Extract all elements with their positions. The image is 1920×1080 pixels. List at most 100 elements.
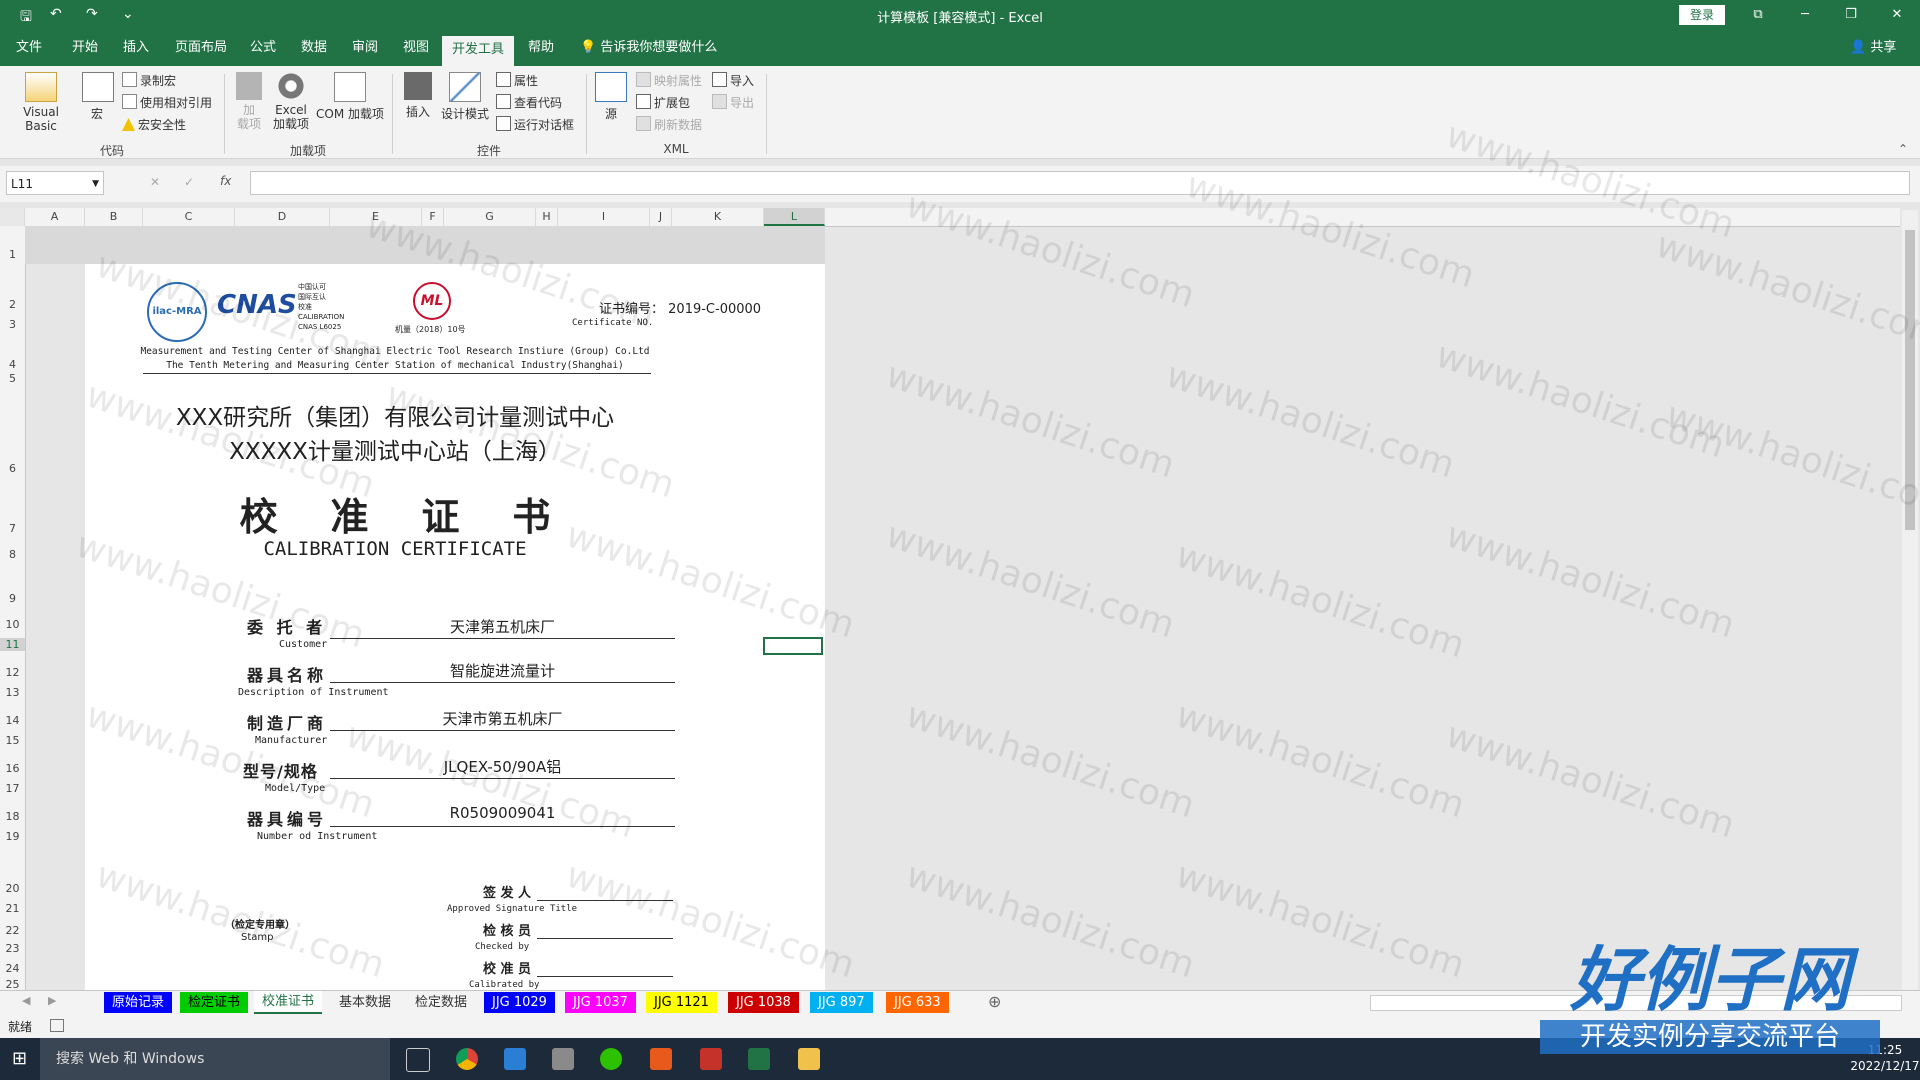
column-header[interactable]: A (25, 208, 85, 226)
excel-icon[interactable] (748, 1048, 770, 1070)
macro-security-button[interactable]: 宏安全性 (122, 116, 186, 133)
app-icon[interactable] (650, 1048, 672, 1070)
relative-reference-button[interactable]: 使用相对引用 (122, 94, 212, 111)
column-header[interactable]: J (650, 208, 672, 226)
record-macro-button[interactable]: 录制宏 (122, 72, 176, 89)
sheet-tab[interactable]: 检定证书 (180, 992, 249, 1013)
column-header[interactable]: C (143, 208, 235, 226)
scrollbar-thumb[interactable] (1905, 230, 1915, 530)
tab-insert[interactable]: 插入 (113, 30, 159, 66)
taskbar-search[interactable]: 搜索 Web 和 Windows (40, 1038, 390, 1080)
row-header[interactable]: 2 (0, 298, 25, 311)
expansion-packs-button[interactable]: 扩展包 (636, 94, 690, 111)
enter-icon[interactable]: ✓ (184, 175, 194, 189)
column-header-selected[interactable]: L (764, 208, 825, 226)
row-header[interactable]: 14 (0, 714, 25, 727)
file-explorer-icon[interactable] (798, 1048, 820, 1070)
app-icon[interactable] (504, 1048, 526, 1070)
insert-control-button[interactable]: 插入 (400, 72, 436, 120)
design-mode-button[interactable]: 设计模式 (440, 72, 490, 122)
login-button[interactable]: 登录 (1679, 5, 1725, 25)
sheet-tab[interactable]: JJG 1029 (484, 992, 555, 1013)
refresh-data-button[interactable]: 刷新数据 (636, 116, 702, 133)
row-header[interactable]: 5 (0, 372, 25, 385)
sheet-tab[interactable]: 基本数据 (331, 992, 400, 1013)
column-header[interactable]: H (536, 208, 558, 226)
row-header[interactable]: 15 (0, 734, 25, 747)
row-header[interactable]: 18 (0, 810, 25, 823)
column-header[interactable]: B (85, 208, 143, 226)
row-header[interactable]: 10 (0, 618, 25, 631)
app-icon[interactable] (700, 1048, 722, 1070)
macros-button[interactable]: 宏 (82, 72, 114, 122)
insert-function-icon[interactable]: fx (220, 174, 231, 188)
collapse-ribbon-icon[interactable]: ⌃ (1898, 142, 1908, 156)
row-header[interactable]: 23 (0, 942, 25, 955)
ribbon-display-options-icon[interactable]: ⧉ (1743, 4, 1773, 26)
close-button[interactable]: ✕ (1882, 4, 1912, 26)
row-header[interactable]: 13 (0, 686, 25, 699)
sheet-tab[interactable]: JJG 633 (886, 992, 949, 1013)
cancel-icon[interactable]: ✕ (150, 175, 160, 189)
tab-help[interactable]: 帮助 (518, 30, 564, 66)
row-header[interactable]: 9 (0, 592, 25, 605)
column-header[interactable]: F (422, 208, 444, 226)
sheet-tab[interactable]: 检定数据 (407, 992, 476, 1013)
row-header[interactable]: 4 (0, 358, 25, 371)
vertical-scrollbar[interactable] (1902, 210, 1918, 990)
column-header[interactable]: I (558, 208, 650, 226)
tab-view[interactable]: 视图 (393, 30, 439, 66)
app-icon[interactable] (552, 1048, 574, 1070)
row-header-selected[interactable]: 11 (0, 638, 25, 651)
tab-formulas[interactable]: 公式 (240, 30, 286, 66)
name-box[interactable]: L11 ▼ (6, 171, 104, 195)
column-header[interactable]: D (235, 208, 330, 226)
row-header[interactable]: 24 (0, 962, 25, 975)
row-header[interactable]: 22 (0, 924, 25, 937)
macro-record-icon[interactable] (50, 1019, 64, 1032)
tab-review[interactable]: 审阅 (342, 30, 388, 66)
com-addins-button[interactable]: COM 加载项 (314, 72, 386, 122)
row-header[interactable]: 16 (0, 762, 25, 775)
maximize-button[interactable]: ❐ (1836, 4, 1866, 26)
selected-cell[interactable] (763, 637, 823, 655)
tab-developer[interactable]: 开发工具 (442, 36, 515, 66)
column-header[interactable]: G (444, 208, 536, 226)
sheet-tab[interactable]: 原始记录 (104, 992, 173, 1013)
properties-button[interactable]: 属性 (496, 72, 538, 89)
row-header[interactable]: 17 (0, 782, 25, 795)
row-header[interactable]: 12 (0, 666, 25, 679)
row-header[interactable]: 8 (0, 548, 25, 561)
formula-input[interactable] (250, 171, 1910, 195)
wechat-icon[interactable] (600, 1048, 622, 1070)
windows-start-icon[interactable]: ⊞ (12, 1048, 27, 1069)
sheet-tab[interactable]: JJG 1038 (728, 992, 799, 1013)
scroll-right-icon[interactable]: ▶ (48, 994, 56, 1007)
addins-button[interactable]: 加 载项 (232, 72, 266, 131)
map-properties-button[interactable]: 映射属性 (636, 72, 702, 89)
sheet-tab[interactable]: JJG 1037 (565, 992, 636, 1013)
select-all-button[interactable] (0, 208, 25, 226)
excel-addins-button[interactable]: Excel 加载项 (270, 72, 312, 131)
scroll-left-icon[interactable]: ◀ (22, 994, 30, 1007)
export-button[interactable]: 导出 (712, 94, 754, 111)
row-header[interactable]: 21 (0, 902, 25, 915)
add-sheet-icon[interactable]: ⊕ (988, 992, 1001, 1011)
visual-basic-button[interactable]: Visual Basic (6, 72, 76, 133)
row-header[interactable]: 19 (0, 830, 25, 843)
row-header[interactable]: 3 (0, 318, 25, 331)
sheet-tab[interactable]: JJG 1121 (646, 992, 717, 1013)
row-header[interactable]: 6 (0, 462, 25, 475)
import-button[interactable]: 导入 (712, 72, 754, 89)
share-button[interactable]: 👤 共享 (1840, 30, 1906, 66)
xml-source-button[interactable]: 源 (594, 72, 628, 122)
task-view-icon[interactable] (406, 1048, 430, 1072)
minimize-button[interactable]: ─ (1790, 4, 1820, 26)
row-header[interactable]: 1 (0, 248, 25, 261)
tab-data[interactable]: 数据 (291, 30, 337, 66)
run-dialog-button[interactable]: 运行对话框 (496, 116, 574, 133)
row-header[interactable]: 7 (0, 522, 25, 535)
view-code-button[interactable]: 查看代码 (496, 94, 562, 111)
tab-home[interactable]: 开始 (62, 30, 108, 66)
tab-page-layout[interactable]: 页面布局 (165, 30, 237, 66)
